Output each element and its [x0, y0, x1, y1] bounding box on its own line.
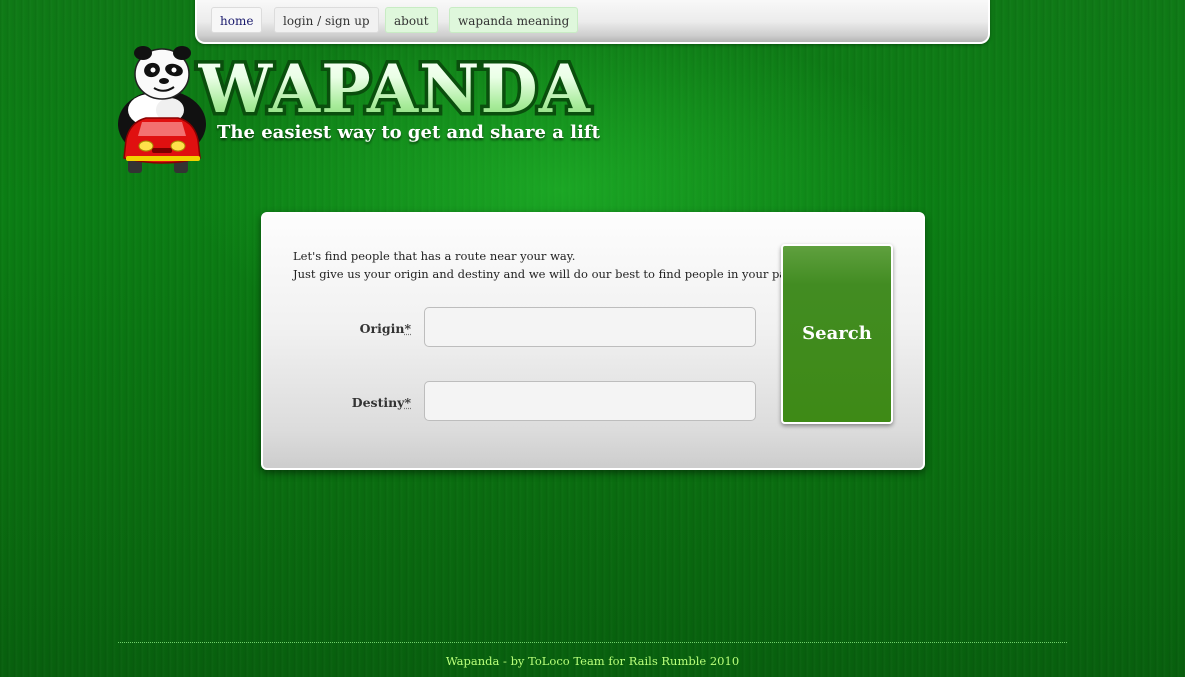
- destiny-label-text: Destiny: [351, 395, 405, 410]
- route-search-form: Let's find people that has a route near …: [261, 212, 925, 470]
- site-tagline: The easiest way to get and share a lift: [217, 122, 600, 143]
- origin-required-marker: *: [404, 321, 411, 336]
- top-navbar: home login / sign up about wapanda meani…: [195, 0, 990, 44]
- nav-login-signup-link[interactable]: login / sign up: [274, 7, 379, 33]
- nav-home-link[interactable]: home: [211, 7, 263, 33]
- destiny-required-marker: *: [404, 395, 411, 410]
- search-intro-line-2: Just give us your origin and destiny and…: [293, 267, 802, 281]
- destiny-label: Destiny*: [293, 395, 411, 410]
- logo-title-text: WAPANDA: [198, 50, 591, 128]
- search-intro-line-1: Let's find people that has a route near …: [293, 249, 576, 263]
- footer-credits: Wapanda - by ToLoco Team for Rails Rumbl…: [445, 654, 740, 668]
- search-button[interactable]: Search: [781, 244, 893, 424]
- origin-input[interactable]: [424, 307, 756, 347]
- search-intro: Let's find people that has a route near …: [293, 247, 802, 283]
- nav-about-link[interactable]: about: [385, 7, 438, 33]
- site-logo-title[interactable]: WAPANDA WAPANDA: [195, 49, 594, 130]
- destiny-input[interactable]: [424, 381, 756, 421]
- origin-label: Origin*: [293, 321, 411, 336]
- origin-label-text: Origin: [359, 321, 405, 336]
- footer-divider: [118, 642, 1067, 643]
- panda-car-icon: [118, 46, 206, 173]
- nav-wapanda-meaning-link[interactable]: wapanda meaning: [449, 7, 579, 33]
